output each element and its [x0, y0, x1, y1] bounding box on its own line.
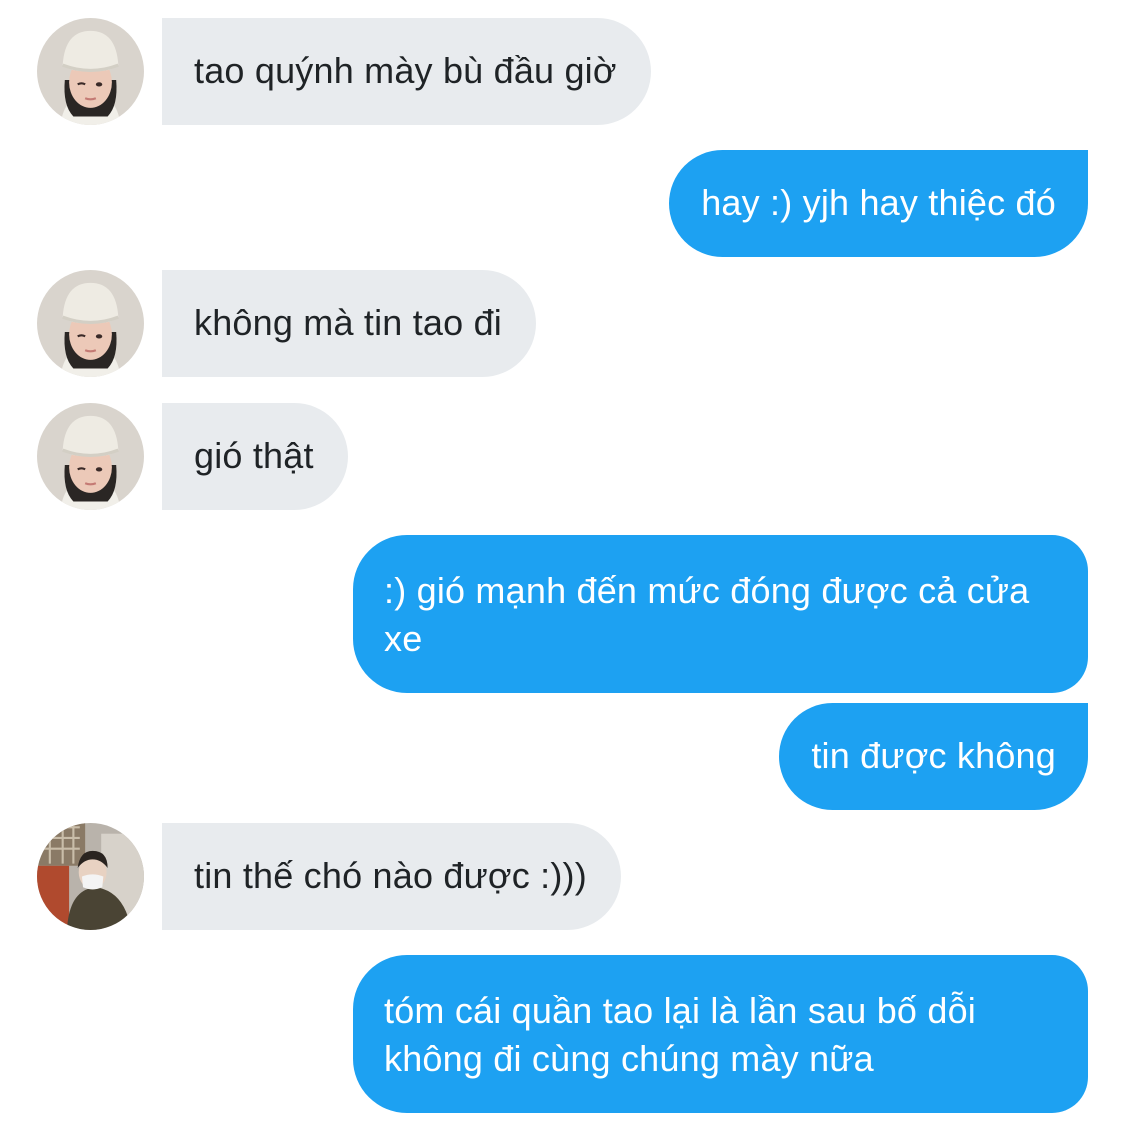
beanie-person-avatar[interactable]: [37, 270, 144, 377]
beanie-person-avatar-image: [37, 403, 144, 510]
message-text: :) gió mạnh đến mức đóng được cả cửa xe: [384, 570, 1030, 659]
message-text: tao quýnh mày bù đầu giờ: [194, 50, 617, 91]
incoming-message-bubble[interactable]: tao quýnh mày bù đầu giờ: [162, 18, 651, 125]
masked-person-avatar-image: [37, 823, 144, 930]
incoming-message-bubble[interactable]: tin thế chó nào được :))): [162, 823, 621, 930]
outgoing-message-bubble[interactable]: hay :) yjh hay thiệc đó: [669, 150, 1088, 257]
incoming-message-bubble[interactable]: không mà tin tao đi: [162, 270, 536, 377]
outgoing-message-bubble[interactable]: :) gió mạnh đến mức đóng được cả cửa xe: [353, 535, 1088, 693]
message-text: tóm cái quần tao lại là lần sau bố dỗi k…: [384, 990, 976, 1079]
beanie-person-avatar[interactable]: [37, 403, 144, 510]
beanie-person-avatar-image: [37, 18, 144, 125]
message-text: không mà tin tao đi: [194, 302, 502, 343]
message-text: tin được không: [811, 735, 1056, 776]
beanie-person-avatar-image: [37, 270, 144, 377]
message-text: hay :) yjh hay thiệc đó: [701, 182, 1056, 223]
beanie-person-avatar[interactable]: [37, 18, 144, 125]
incoming-message-bubble[interactable]: gió thật: [162, 403, 348, 510]
masked-person-avatar[interactable]: [37, 823, 144, 930]
message-text: tin thế chó nào được :))): [194, 855, 587, 896]
outgoing-message-bubble[interactable]: tin được không: [779, 703, 1088, 810]
message-text: gió thật: [194, 435, 314, 476]
outgoing-message-bubble[interactable]: tóm cái quần tao lại là lần sau bố dỗi k…: [353, 955, 1088, 1113]
